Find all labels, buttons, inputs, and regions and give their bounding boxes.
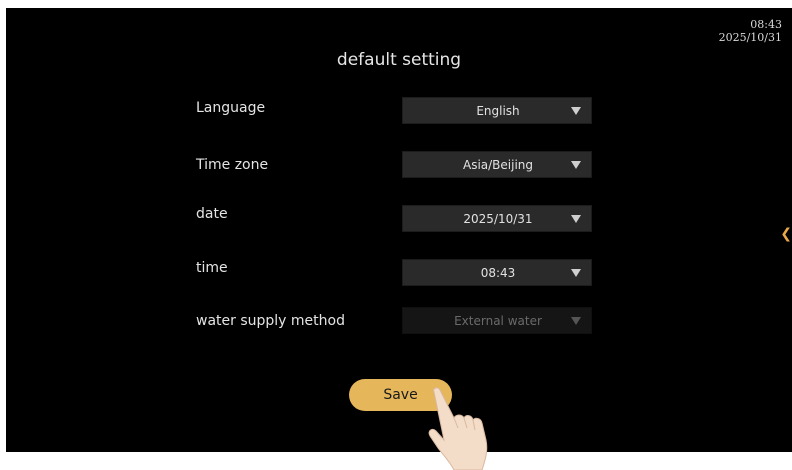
water-supply-label: water supply method bbox=[196, 313, 345, 329]
caret-down-icon bbox=[571, 107, 581, 115]
chevron-left-icon[interactable]: ❮ bbox=[780, 226, 792, 242]
caret-down-icon bbox=[571, 269, 581, 277]
caret-down-icon bbox=[571, 161, 581, 169]
time-zone-label: Time zone bbox=[196, 157, 269, 173]
language-label: Language bbox=[196, 100, 266, 116]
time-select[interactable]: 08:43 bbox=[402, 259, 592, 286]
time-label: time bbox=[196, 260, 228, 276]
date-label: date bbox=[196, 206, 228, 222]
water-supply-select: External water bbox=[402, 307, 592, 334]
time-zone-select[interactable]: Asia/Beijing bbox=[402, 151, 592, 178]
device-screen: 08:43 2025/10/31 default setting Languag… bbox=[6, 8, 792, 452]
clock-time: 08:43 bbox=[750, 18, 782, 31]
caret-down-icon bbox=[571, 317, 581, 325]
hand-pointer-icon bbox=[428, 387, 488, 470]
date-select[interactable]: 2025/10/31 bbox=[402, 205, 592, 232]
time-value: 08:43 bbox=[480, 266, 516, 280]
date-value: 2025/10/31 bbox=[463, 212, 533, 226]
clock-date: 2025/10/31 bbox=[718, 31, 782, 44]
page-title: default setting bbox=[336, 50, 462, 70]
language-value: English bbox=[476, 104, 520, 118]
time-zone-value: Asia/Beijing bbox=[462, 158, 534, 172]
caret-down-icon bbox=[571, 215, 581, 223]
language-select[interactable]: English bbox=[402, 97, 592, 124]
water-supply-value: External water bbox=[454, 314, 542, 328]
status-clock: 08:43 2025/10/31 bbox=[719, 18, 782, 44]
